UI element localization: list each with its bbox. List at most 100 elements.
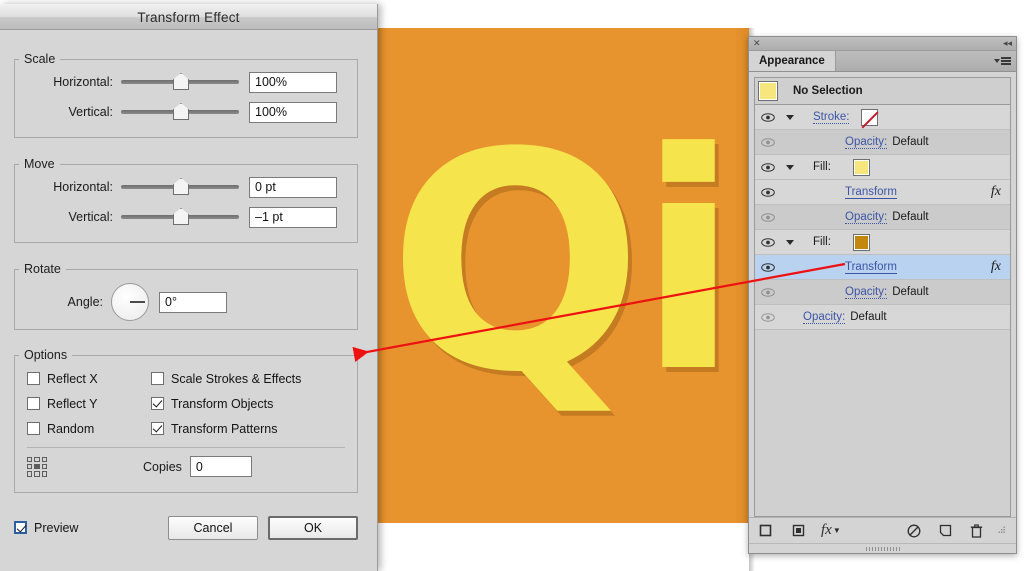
- checkbox-label: Reflect Y: [47, 396, 98, 411]
- visibility-eye-icon[interactable]: [755, 187, 781, 197]
- checkbox-box[interactable]: [151, 397, 164, 410]
- selection-swatch[interactable]: [758, 81, 778, 101]
- fx-icon[interactable]: fx: [991, 184, 1001, 200]
- collapse-to-icons-icon[interactable]: ◂◂: [1003, 39, 1012, 48]
- checkbox-box[interactable]: [151, 372, 164, 385]
- anchor-cell[interactable]: [27, 471, 33, 477]
- opacity-label[interactable]: Opacity:: [845, 211, 888, 224]
- angle-dial[interactable]: [111, 283, 149, 321]
- appearance-row-transform-2[interactable]: Transform fx: [755, 255, 1010, 280]
- slider-thumb[interactable]: [173, 208, 189, 225]
- checkbox-scale-strokes-effects[interactable]: Scale Strokes & Effects: [151, 366, 341, 391]
- checkbox-box[interactable]: [27, 422, 40, 435]
- appearance-row-fill-yellow[interactable]: Fill:: [755, 155, 1010, 180]
- fill-swatch-yellow[interactable]: [852, 158, 870, 176]
- move-vertical-input[interactable]: –1 pt: [249, 206, 337, 228]
- anchor-cell[interactable]: [34, 456, 40, 462]
- fill-swatch-orange[interactable]: [852, 233, 870, 251]
- slider-thumb[interactable]: [173, 178, 189, 195]
- reference-point-grid-icon[interactable]: [27, 456, 47, 477]
- opacity-label[interactable]: Opacity:: [845, 136, 888, 149]
- checkbox-box[interactable]: [27, 372, 40, 385]
- fx-icon[interactable]: fx: [991, 259, 1001, 275]
- cancel-button[interactable]: Cancel: [168, 515, 258, 540]
- visibility-eye-icon[interactable]: [755, 287, 781, 297]
- transform-effect-label-selected[interactable]: Transform: [845, 261, 897, 274]
- visibility-eye-icon[interactable]: [755, 212, 781, 222]
- checkbox-preview[interactable]: Preview: [14, 515, 168, 540]
- checkbox-box[interactable]: [27, 397, 40, 410]
- move-horizontal-slider[interactable]: [121, 177, 239, 197]
- clear-appearance-icon[interactable]: [907, 524, 921, 538]
- appearance-row-transform-1[interactable]: Transform fx: [755, 180, 1010, 205]
- anchor-cell-center[interactable]: [34, 463, 40, 470]
- visibility-eye-icon[interactable]: [755, 137, 781, 147]
- checkbox-box[interactable]: [151, 422, 164, 435]
- anchor-cell[interactable]: [27, 463, 33, 470]
- visibility-eye-icon[interactable]: [755, 112, 781, 122]
- panel-menu-icon[interactable]: [994, 57, 1011, 65]
- disclosure-triangle-icon[interactable]: [781, 164, 799, 170]
- delete-selected-item-icon[interactable]: [970, 523, 983, 538]
- checkbox-transform-objects[interactable]: Transform Objects: [151, 391, 341, 416]
- scale-vertical-label: Vertical:: [68, 105, 113, 119]
- duplicate-selected-item-icon[interactable]: [939, 524, 952, 537]
- move-vertical-label: Vertical:: [68, 210, 113, 224]
- transform-effect-label[interactable]: Transform: [845, 186, 897, 199]
- appearance-row-stroke-opacity[interactable]: Opacity: Default: [755, 130, 1010, 155]
- close-icon[interactable]: ✕: [753, 39, 761, 48]
- dialog-body: Scale Horizontal: 100% Vertical: 100% Mo…: [0, 30, 377, 570]
- opacity-label[interactable]: Opacity:: [845, 286, 888, 299]
- anchor-cell[interactable]: [34, 471, 40, 477]
- move-vertical-slider[interactable]: [121, 207, 239, 227]
- anchor-cell[interactable]: [41, 463, 47, 470]
- angle-input[interactable]: 0°: [159, 291, 227, 313]
- checkbox-box[interactable]: [14, 521, 27, 534]
- disclosure-triangle-icon[interactable]: [781, 114, 799, 120]
- appearance-row-global-opacity[interactable]: Opacity: Default: [755, 305, 1010, 330]
- checkbox-label: Transform Patterns: [171, 421, 278, 436]
- stroke-label[interactable]: Stroke:: [813, 111, 850, 124]
- stroke-swatch-none[interactable]: [861, 108, 879, 126]
- visibility-eye-icon[interactable]: [755, 237, 781, 247]
- add-new-effect-fx-icon[interactable]: fx ▼: [821, 522, 841, 539]
- slider-thumb[interactable]: [173, 73, 189, 90]
- slider-thumb[interactable]: [173, 103, 189, 120]
- fill-label: Fill:: [813, 161, 831, 173]
- checkbox-transform-patterns[interactable]: Transform Patterns: [151, 416, 341, 441]
- scale-vertical-slider[interactable]: [121, 102, 239, 122]
- visibility-eye-icon[interactable]: [755, 162, 781, 172]
- scale-vertical-input[interactable]: 100%: [249, 101, 337, 123]
- add-new-fill-icon[interactable]: [792, 524, 805, 537]
- scale-horizontal-slider[interactable]: [121, 72, 239, 92]
- tab-appearance[interactable]: Appearance: [749, 51, 836, 71]
- anchor-cell[interactable]: [27, 456, 33, 462]
- opacity-value: Default: [892, 211, 929, 223]
- move-group-legend: Move: [24, 157, 55, 171]
- ok-button[interactable]: OK: [268, 515, 358, 540]
- resize-grip-icon[interactable]: [997, 526, 1006, 535]
- move-group: Move Horizontal: 0 pt Vertical: –1 pt: [14, 157, 358, 243]
- visibility-eye-icon[interactable]: [755, 262, 781, 272]
- disclosure-triangle-icon[interactable]: [781, 239, 799, 245]
- scale-horizontal-input[interactable]: 100%: [249, 71, 337, 93]
- move-horizontal-input[interactable]: 0 pt: [249, 176, 337, 198]
- artwork-text: Qi: [388, 89, 740, 438]
- checkbox-random[interactable]: Random: [27, 416, 151, 441]
- anchor-cell[interactable]: [41, 471, 47, 477]
- checkbox-reflect-y[interactable]: Reflect Y: [27, 391, 151, 416]
- checkbox-reflect-x[interactable]: Reflect X: [27, 366, 151, 391]
- options-group-legend: Options: [24, 348, 68, 362]
- appearance-row-fill-yellow-opacity[interactable]: Opacity: Default: [755, 205, 1010, 230]
- visibility-eye-icon[interactable]: [755, 312, 781, 322]
- copies-input[interactable]: 0: [189, 456, 252, 477]
- checkbox-label: Preview: [34, 520, 79, 535]
- add-new-stroke-icon[interactable]: [759, 524, 772, 537]
- opacity-label[interactable]: Opacity:: [803, 311, 846, 324]
- anchor-cell[interactable]: [41, 456, 47, 462]
- appearance-row-fill-orange[interactable]: Fill:: [755, 230, 1010, 255]
- appearance-row-fill-orange-opacity[interactable]: Opacity: Default: [755, 280, 1010, 305]
- appearance-row-stroke[interactable]: Stroke:: [755, 105, 1010, 130]
- panel-resize-handle[interactable]: [749, 543, 1016, 553]
- appearance-panel: ✕ ◂◂ Appearance No Selection Stroke: Opa…: [748, 36, 1017, 554]
